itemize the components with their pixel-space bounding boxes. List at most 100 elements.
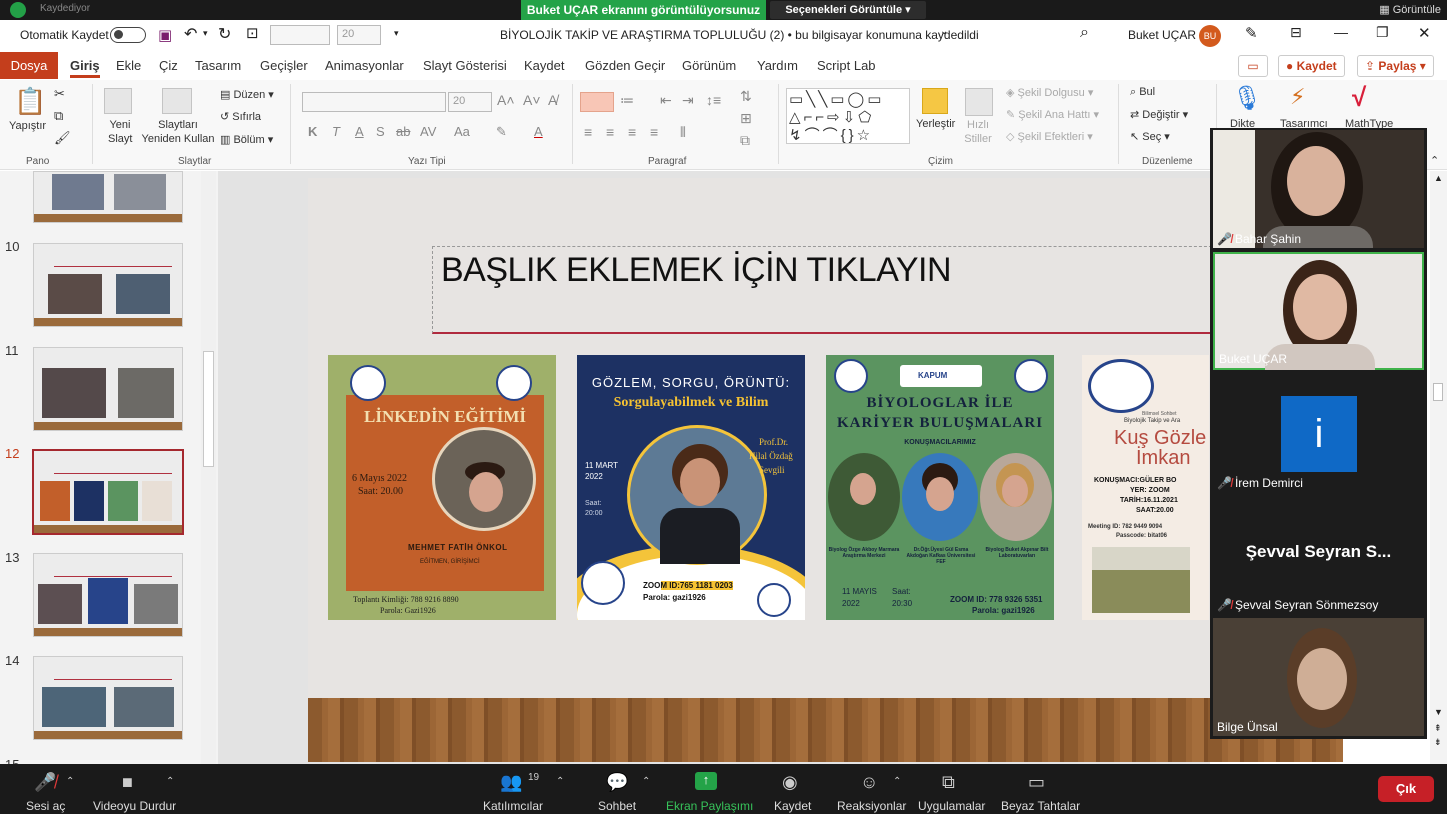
whiteboard-icon[interactable]: ▭: [1028, 772, 1045, 793]
reuse-slides-icon[interactable]: [162, 88, 192, 114]
spacing-icon[interactable]: AV: [420, 124, 436, 139]
poster-birdwatching[interactable]: Bilimsel Sohbet Biyolojik Takip ve Ara K…: [1082, 355, 1209, 620]
next-slide-icon[interactable]: ⇟: [1434, 737, 1442, 748]
record-button[interactable]: Kaydet: [774, 799, 811, 813]
scrollbar-thumb[interactable]: [203, 351, 214, 467]
pen-icon[interactable]: ✎: [1245, 24, 1258, 42]
slide-scrollbar[interactable]: ▲ ▼ ⇞ ⇟: [1430, 171, 1447, 764]
tab-record[interactable]: Kaydet: [524, 58, 564, 73]
slide-thumbnail-10[interactable]: [33, 243, 183, 327]
chat-icon[interactable]: 💬: [606, 772, 628, 793]
participants-button[interactable]: Katılımcılar: [483, 799, 543, 813]
redo-icon[interactable]: ↻: [218, 24, 231, 44]
document-title[interactable]: BİYOLOJİK TAKİP VE ARAŞTIRMA TOPLULUĞU (…: [500, 28, 979, 42]
minimize-icon[interactable]: —: [1334, 24, 1348, 40]
title-chevron-icon[interactable]: ⌄: [940, 26, 948, 37]
mathtype-icon[interactable]: √: [1352, 82, 1366, 113]
undo-dropdown-icon[interactable]: ▾: [203, 28, 208, 39]
participants-chevron-icon[interactable]: ⌃: [556, 776, 564, 787]
paste-label[interactable]: Yapıştır: [9, 120, 46, 132]
participants-icon[interactable]: 👥: [500, 772, 522, 793]
participant-tile[interactable]: i 🎤̸ İrem Demirci: [1213, 374, 1424, 492]
reactions-icon[interactable]: ☺: [860, 772, 878, 793]
whiteboards-button[interactable]: Beyaz Tahtalar: [1001, 799, 1080, 813]
align-left-icon[interactable]: ≡: [584, 124, 592, 140]
unmute-button[interactable]: Sesi aç: [26, 799, 65, 813]
stop-video-button[interactable]: Videoyu Durdur: [93, 799, 176, 813]
shadow-icon[interactable]: S: [376, 124, 385, 139]
video-options-chevron-icon[interactable]: ⌃: [166, 776, 174, 787]
participant-tile[interactable]: 🎤̸ Bahar Şahin: [1213, 130, 1424, 248]
scrollbar-thumb[interactable]: [1433, 383, 1443, 401]
copy-icon[interactable]: ⧉: [54, 108, 63, 124]
format-painter-icon[interactable]: 🖌: [54, 130, 71, 146]
tab-draw[interactable]: Çiz: [159, 58, 178, 73]
collapse-ribbon-icon[interactable]: ⌃: [1430, 154, 1439, 167]
slide-thumbnail-13[interactable]: [33, 553, 183, 637]
shape-outline-button[interactable]: ✎ Şekil Ana Hattı ▾: [1006, 108, 1099, 121]
user-avatar[interactable]: BU: [1199, 25, 1221, 47]
muted-microphone-icon[interactable]: 🎤̸: [34, 772, 56, 793]
text-direction-icon[interactable]: ⇅: [740, 88, 752, 105]
slide-thumbnail-9[interactable]: [33, 171, 183, 223]
cut-icon[interactable]: ✂: [54, 86, 65, 102]
designer-icon[interactable]: ⚡: [1290, 84, 1305, 110]
layout-button[interactable]: ▤ Düzen ▾: [220, 88, 274, 101]
share-button[interactable]: ⇪ Paylaş ▾: [1357, 55, 1434, 77]
participant-tile[interactable]: Şevval Seyran S... 🎤̸ Şevval Seyran Sönme…: [1213, 496, 1424, 614]
justify-icon[interactable]: ≡: [650, 124, 658, 140]
chat-chevron-icon[interactable]: ⌃: [642, 776, 650, 787]
bold-icon[interactable]: K: [308, 124, 317, 139]
participant-tile-active-speaker[interactable]: Buket UÇAR: [1213, 252, 1424, 370]
arrange-button[interactable]: Yerleştir: [916, 118, 955, 130]
strikethrough-icon[interactable]: ab: [396, 124, 410, 139]
title-placeholder[interactable]: BAŞLIK EKLEMEK İÇİN TIKLAYIN: [432, 246, 1232, 334]
record-icon[interactable]: ◉: [782, 772, 798, 793]
tab-insert[interactable]: Ekle: [116, 58, 141, 73]
save-button[interactable]: ● Kaydet: [1278, 55, 1345, 77]
shapes-gallery[interactable]: ▭╲╲▭◯▭ △⌐⌐⇨⇩⬠ ↯⌒⌒{}☆: [786, 88, 910, 144]
arrange-icon[interactable]: [922, 88, 948, 114]
audio-options-chevron-icon[interactable]: ⌃: [66, 776, 74, 787]
align-right-icon[interactable]: ≡: [628, 124, 636, 140]
bullets-button[interactable]: [580, 92, 614, 112]
tab-animations[interactable]: Animasyonlar: [325, 58, 404, 73]
italic-icon[interactable]: T: [332, 124, 340, 139]
ribbon-display-icon[interactable]: ⊟: [1290, 24, 1302, 41]
video-camera-icon[interactable]: ■: [122, 772, 133, 793]
new-slide-button[interactable]: Yeni Slayt: [108, 118, 132, 146]
font-name-input[interactable]: [302, 92, 446, 112]
align-text-icon[interactable]: ⊞: [740, 110, 752, 127]
quick-styles-icon[interactable]: [965, 88, 993, 116]
clear-format-icon[interactable]: A̸: [548, 92, 557, 108]
poster-career[interactable]: KAPUM BİYOLOGLAR İLE KARİYER BULUŞMALARI…: [826, 355, 1054, 620]
participant-tile[interactable]: Bilge Ünsal: [1213, 618, 1424, 736]
decrease-indent-icon[interactable]: ⇤: [660, 92, 672, 109]
undo-icon[interactable]: ↶: [184, 24, 197, 44]
font-size-input[interactable]: 20: [448, 92, 492, 112]
search-icon[interactable]: ⌕: [1080, 24, 1089, 42]
increase-indent-icon[interactable]: ⇥: [682, 92, 694, 109]
decrease-font-icon[interactable]: A˅: [523, 92, 541, 108]
line-spacing-icon[interactable]: ↕≡: [706, 92, 721, 108]
poster-linkedin[interactable]: LİNKEDİN EĞİTİMİ 6 Mayıs 2022 Saat: 20.0…: [328, 355, 556, 620]
smartart-icon[interactable]: ⧉: [740, 132, 750, 149]
font-color-icon[interactable]: A: [534, 124, 543, 139]
quick-styles-button[interactable]: Hızlı Stiller: [960, 118, 996, 146]
section-button[interactable]: ▥ Bölüm ▾: [220, 133, 273, 146]
tab-help[interactable]: Yardım: [757, 58, 798, 73]
align-center-icon[interactable]: ≡: [606, 124, 614, 140]
apps-icon[interactable]: ⧉: [942, 772, 955, 793]
autosave-toggle[interactable]: [110, 27, 146, 43]
view-button[interactable]: ▦ Görüntüle: [1379, 3, 1441, 16]
find-button[interactable]: ⌕ Bul: [1130, 86, 1155, 99]
reactions-button[interactable]: Reaksiyonlar: [837, 799, 906, 813]
save-icon[interactable]: ▣: [158, 26, 172, 44]
thumbnail-scrollbar[interactable]: [201, 171, 216, 764]
restore-icon[interactable]: ❐: [1376, 24, 1389, 41]
tab-slideshow[interactable]: Slayt Gösterisi: [423, 58, 507, 73]
slide-thumbnail-14[interactable]: [33, 656, 183, 740]
chat-button[interactable]: Sohbet: [598, 799, 636, 813]
tab-review[interactable]: Gözden Geçir: [585, 58, 665, 73]
tab-scriptlab[interactable]: Script Lab: [817, 58, 876, 73]
